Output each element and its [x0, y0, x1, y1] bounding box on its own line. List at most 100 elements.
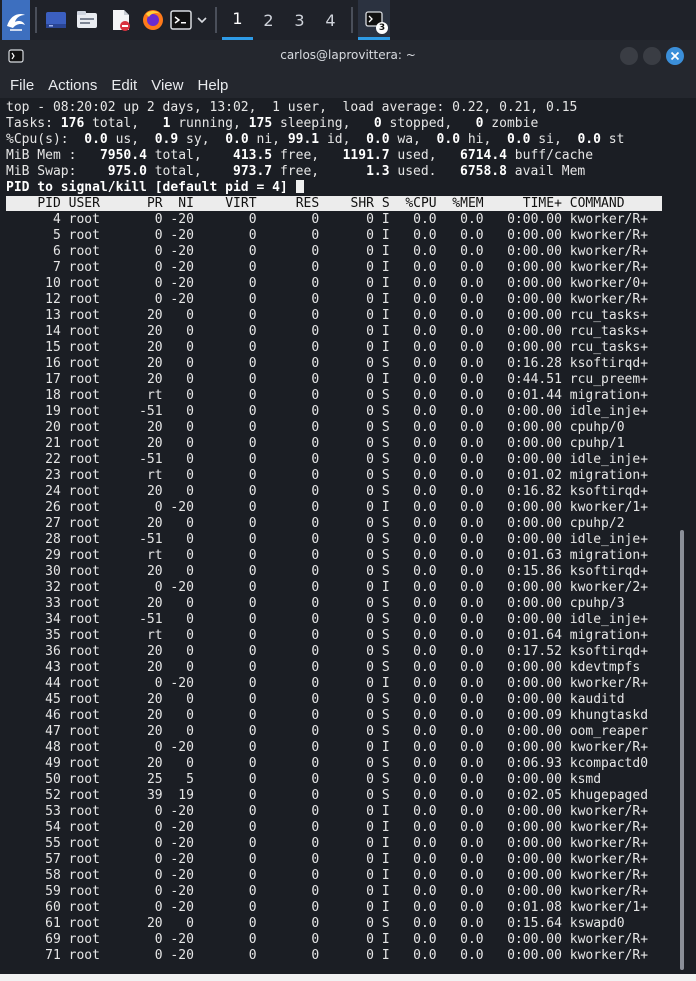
table-row[interactable]: 7 root 0 -20 0 0 0 I 0.0 0.0 0:00.00 kworker/R+ [6, 260, 662, 276]
cell-res: 0 [311, 644, 320, 659]
table-row[interactable]: 45 root 20 0 0 0 0 S 0.0 0.0 0:00.00 kauditd [6, 692, 662, 708]
terminal-icon[interactable] [168, 0, 194, 40]
table-row[interactable]: 59 root 0 -20 0 0 0 I 0.0 0.0 0:00.00 kworker/R+ [6, 884, 662, 900]
cell-ni: 0 [186, 324, 194, 339]
table-row[interactable]: 16 root 20 0 0 0 0 S 0.0 0.0 0:16.28 ksoftirqd+ [6, 356, 662, 372]
table-row[interactable]: 52 root 39 19 0 0 0 S 0.0 0.0 0:02.05 khugepaged [6, 788, 662, 804]
cell-pr: 20 [146, 708, 163, 723]
table-row[interactable]: 4 root 0 -20 0 0 0 I 0.0 0.0 0:00.00 kworker/R+ [6, 212, 662, 228]
cell-user: root [68, 212, 100, 227]
table-row[interactable]: 50 root 25 5 0 0 0 S 0.0 0.0 0:00.00 ksmd [6, 772, 662, 788]
cell-pr: 0 [154, 580, 163, 595]
table-row[interactable]: 14 root 20 0 0 0 0 I 0.0 0.0 0:00.00 rcu_tasks+ [6, 324, 662, 340]
table-row[interactable]: 22 root -51 0 0 0 0 S 0.0 0.0 0:00.00 idle_inje+ [6, 452, 662, 468]
firefox-icon[interactable] [138, 0, 168, 40]
file-manager-icon[interactable] [70, 0, 104, 40]
table-row[interactable]: 10 root 0 -20 0 0 0 I 0.0 0.0 0:00.00 kworker/0+ [6, 276, 662, 292]
cell-ni: 0 [186, 340, 194, 355]
table-row[interactable]: 54 root 0 -20 0 0 0 I 0.0 0.0 0:00.00 kworker/R+ [6, 820, 662, 836]
cell-pid: 21 [45, 436, 61, 451]
cell-cpu: 0.0 [413, 500, 437, 515]
table-row[interactable]: 58 root 0 -20 0 0 0 I 0.0 0.0 0:00.00 kworker/R+ [6, 868, 662, 884]
table-row[interactable]: 6 root 0 -20 0 0 0 I 0.0 0.0 0:00.00 kworker/R+ [6, 244, 662, 260]
workspace-1[interactable]: 1 [222, 0, 253, 40]
table-row[interactable]: 32 root 0 -20 0 0 0 I 0.0 0.0 0:00.00 kworker/2+ [6, 580, 662, 596]
cell-command: migration+ [569, 628, 649, 643]
table-row[interactable]: 17 root 20 0 0 0 0 I 0.0 0.0 0:44.51 rcu_preem+ [6, 372, 662, 388]
cell-cpu: 0.0 [413, 484, 437, 499]
scrollbar-track[interactable] [676, 98, 696, 974]
table-row[interactable]: 57 root 0 -20 0 0 0 I 0.0 0.0 0:00.00 kworker/R+ [6, 852, 662, 868]
table-row[interactable]: 55 root 0 -20 0 0 0 I 0.0 0.0 0:00.00 kworker/R+ [6, 836, 662, 852]
cell-res: 0 [311, 948, 320, 963]
cell-res: 0 [311, 388, 320, 403]
table-row[interactable]: 20 root 20 0 0 0 0 S 0.0 0.0 0:00.00 cpuhp/0 [6, 420, 662, 436]
taskbar-terminal-window[interactable]: 3 [358, 0, 390, 40]
menu-bar: File Actions Edit View Help [0, 72, 696, 98]
cell-command: migration+ [569, 548, 649, 563]
cell-time: 0:00.00 [507, 516, 562, 531]
terminal-area[interactable]: top - 08:20:02 up 2 days, 13:02, 1 user,… [0, 98, 696, 974]
table-row[interactable]: 12 root 0 -20 0 0 0 I 0.0 0.0 0:00.00 kworker/R+ [6, 292, 662, 308]
table-row[interactable]: 49 root 20 0 0 0 0 S 0.0 0.0 0:06.93 kcompactd0 [6, 756, 662, 772]
close-button[interactable] [666, 47, 684, 65]
cell-res: 0 [311, 804, 320, 819]
window-titlebar[interactable]: carlos@laprovittera: ~ [0, 40, 696, 72]
table-row[interactable]: 33 root 20 0 0 0 0 S 0.0 0.0 0:00.00 cpuhp/3 [6, 596, 662, 612]
table-row[interactable]: 43 root 20 0 0 0 0 S 0.0 0.0 0:00.00 kdevtmpfs [6, 660, 662, 676]
table-row[interactable]: 13 root 20 0 0 0 0 I 0.0 0.0 0:00.00 rcu_tasks+ [6, 308, 662, 324]
cell-time: 0:00.00 [507, 660, 562, 675]
table-row[interactable]: 29 root rt 0 0 0 0 S 0.0 0.0 0:01.63 migration+ [6, 548, 662, 564]
kali-menu-icon[interactable] [2, 0, 30, 40]
maximize-button[interactable] [643, 47, 661, 65]
workspace-2[interactable]: 2 [253, 0, 284, 40]
menu-help[interactable]: Help [197, 77, 228, 94]
table-row[interactable]: 47 root 20 0 0 0 0 S 0.0 0.0 0:00.00 oom_reaper [6, 724, 662, 740]
table-row[interactable]: 19 root -51 0 0 0 0 S 0.0 0.0 0:00.00 idle_inje+ [6, 404, 662, 420]
table-row[interactable]: 26 root 0 -20 0 0 0 I 0.0 0.0 0:00.00 kworker/1+ [6, 500, 662, 516]
cell-res: 0 [311, 564, 320, 579]
table-row[interactable]: 15 root 20 0 0 0 0 I 0.0 0.0 0:00.00 rcu_tasks+ [6, 340, 662, 356]
table-row[interactable]: 34 root -51 0 0 0 0 S 0.0 0.0 0:00.00 idle_inje+ [6, 612, 662, 628]
table-row[interactable]: 23 root rt 0 0 0 0 S 0.0 0.0 0:01.02 migration+ [6, 468, 662, 484]
table-row[interactable]: 28 root -51 0 0 0 0 S 0.0 0.0 0:00.00 idle_inje+ [6, 532, 662, 548]
table-row[interactable]: 30 root 20 0 0 0 0 S 0.0 0.0 0:15.86 ksoftirqd+ [6, 564, 662, 580]
cell-shr: 0 [366, 564, 374, 579]
cell-pid: 18 [45, 388, 61, 403]
table-row[interactable]: 48 root 0 -20 0 0 0 I 0.0 0.0 0:00.00 kworker/R+ [6, 740, 662, 756]
menu-actions[interactable]: Actions [48, 77, 97, 94]
column-header-command: COMMAND [569, 196, 625, 211]
table-row[interactable]: 18 root rt 0 0 0 0 S 0.0 0.0 0:01.44 migration+ [6, 388, 662, 404]
cell-state: I [381, 324, 390, 339]
cell-pid: 26 [45, 500, 61, 515]
table-row[interactable]: 5 root 0 -20 0 0 0 I 0.0 0.0 0:00.00 kworker/R+ [6, 228, 662, 244]
table-row[interactable]: 61 root 20 0 0 0 0 S 0.0 0.0 0:15.64 kswapd0 [6, 916, 662, 932]
table-row[interactable]: 35 root rt 0 0 0 0 S 0.0 0.0 0:01.64 migration+ [6, 628, 662, 644]
table-row[interactable]: 36 root 20 0 0 0 0 S 0.0 0.0 0:17.52 ksoftirqd+ [6, 644, 662, 660]
menu-view[interactable]: View [151, 77, 183, 94]
table-row[interactable]: 71 root 0 -20 0 0 0 I 0.0 0.0 0:00.00 kworker/R+ [6, 948, 662, 964]
menu-file[interactable]: File [10, 77, 34, 94]
table-row[interactable]: 53 root 0 -20 0 0 0 I 0.0 0.0 0:00.00 kworker/R+ [6, 804, 662, 820]
cell-user: root [68, 852, 100, 867]
table-row[interactable]: 69 root 0 -20 0 0 0 I 0.0 0.0 0:00.00 kworker/R+ [6, 932, 662, 948]
table-row[interactable]: 44 root 0 -20 0 0 0 I 0.0 0.0 0:00.00 kworker/R+ [6, 676, 662, 692]
table-row[interactable]: 24 root 20 0 0 0 0 S 0.0 0.0 0:16.82 ksoftirqd+ [6, 484, 662, 500]
table-row[interactable]: 46 root 20 0 0 0 0 S 0.0 0.0 0:00.09 khungtaskd [6, 708, 662, 724]
table-row[interactable]: 27 root 20 0 0 0 0 S 0.0 0.0 0:00.00 cpuhp/2 [6, 516, 662, 532]
text-editor-icon[interactable] [104, 0, 138, 40]
cell-virt: 0 [248, 212, 257, 227]
scrollbar-thumb[interactable] [680, 530, 684, 970]
workspace-4[interactable]: 4 [315, 0, 346, 40]
cell-pr: 0 [154, 836, 163, 851]
minimize-button[interactable] [620, 47, 638, 65]
table-row[interactable]: 60 root 0 -20 0 0 0 I 0.0 0.0 0:01.08 kworker/1+ [6, 900, 662, 916]
table-row[interactable]: 21 root 20 0 0 0 0 S 0.0 0.0 0:00.00 cpuhp/1 [6, 436, 662, 452]
kill-prompt[interactable]: PID to signal/kill [default pid = 4] [6, 180, 304, 196]
desktop-icon[interactable] [42, 0, 70, 40]
menu-edit[interactable]: Edit [111, 77, 137, 94]
cell-time: 0:00.00 [507, 804, 562, 819]
workspace-3[interactable]: 3 [284, 0, 315, 40]
chevron-down-icon[interactable] [194, 0, 210, 40]
cell-user: root [68, 228, 100, 243]
